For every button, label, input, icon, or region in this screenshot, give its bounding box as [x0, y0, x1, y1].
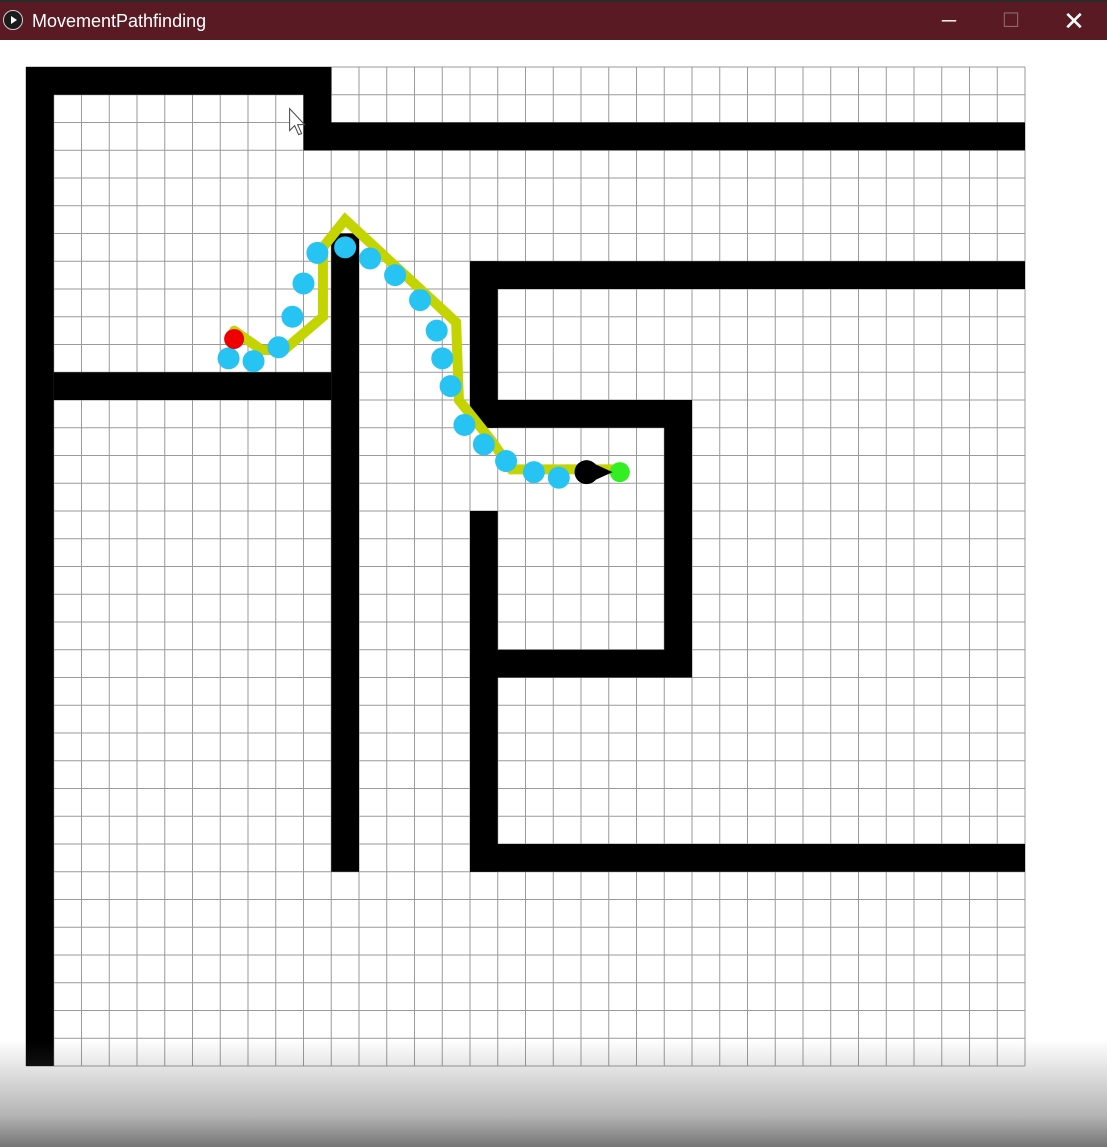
waypoint-dot — [359, 247, 382, 270]
waypoint-dot — [292, 272, 315, 295]
wall-segment — [470, 649, 692, 678]
wall-segment — [303, 122, 1025, 151]
window-title: MovementPathfinding — [32, 11, 207, 31]
wall-segment — [470, 261, 1025, 289]
wall-segment — [470, 844, 1025, 872]
waypoint-dot — [431, 347, 454, 370]
waypoint-dot — [267, 336, 290, 359]
agent — [574, 460, 613, 485]
waypoint-dot — [522, 461, 545, 484]
wall-segment — [53, 372, 332, 400]
waypoint-dot — [472, 433, 495, 456]
title-bar[interactable]: MovementPathfinding ─ ☐ ✕ — [0, 0, 1107, 40]
waypoint-dot — [242, 350, 265, 373]
play-icon[interactable] — [3, 10, 23, 30]
goal-marker — [609, 462, 630, 483]
minimize-button[interactable]: ─ — [918, 2, 980, 40]
waypoint-dot — [453, 413, 476, 436]
waypoint-dot — [306, 241, 329, 264]
pathfinding-grid[interactable] — [0, 40, 1107, 1107]
wall-segment — [26, 67, 332, 95]
sketch-canvas[interactable] — [0, 40, 1107, 1147]
maximize-button[interactable]: ☐ — [980, 2, 1042, 40]
waypoint-dot — [547, 466, 570, 489]
waypoint-dot — [495, 450, 518, 473]
wall-segment — [470, 511, 498, 872]
waypoint-dot — [425, 319, 448, 342]
wall-segment — [470, 400, 692, 428]
waypoint-dot — [384, 264, 407, 287]
start-marker — [224, 328, 245, 349]
waypoint-dot — [217, 347, 240, 370]
waypoint-dot — [334, 236, 357, 259]
mouse-cursor-icon — [289, 107, 306, 136]
close-button[interactable]: ✕ — [1043, 2, 1105, 40]
waypoint-dot — [439, 375, 462, 398]
wall-segment — [664, 400, 692, 678]
grid-lines — [25, 66, 1026, 1067]
wall-segment — [26, 67, 54, 1066]
wall-segment — [331, 233, 359, 872]
waypoint-dot — [281, 305, 304, 328]
waypoint-dot — [409, 289, 432, 312]
